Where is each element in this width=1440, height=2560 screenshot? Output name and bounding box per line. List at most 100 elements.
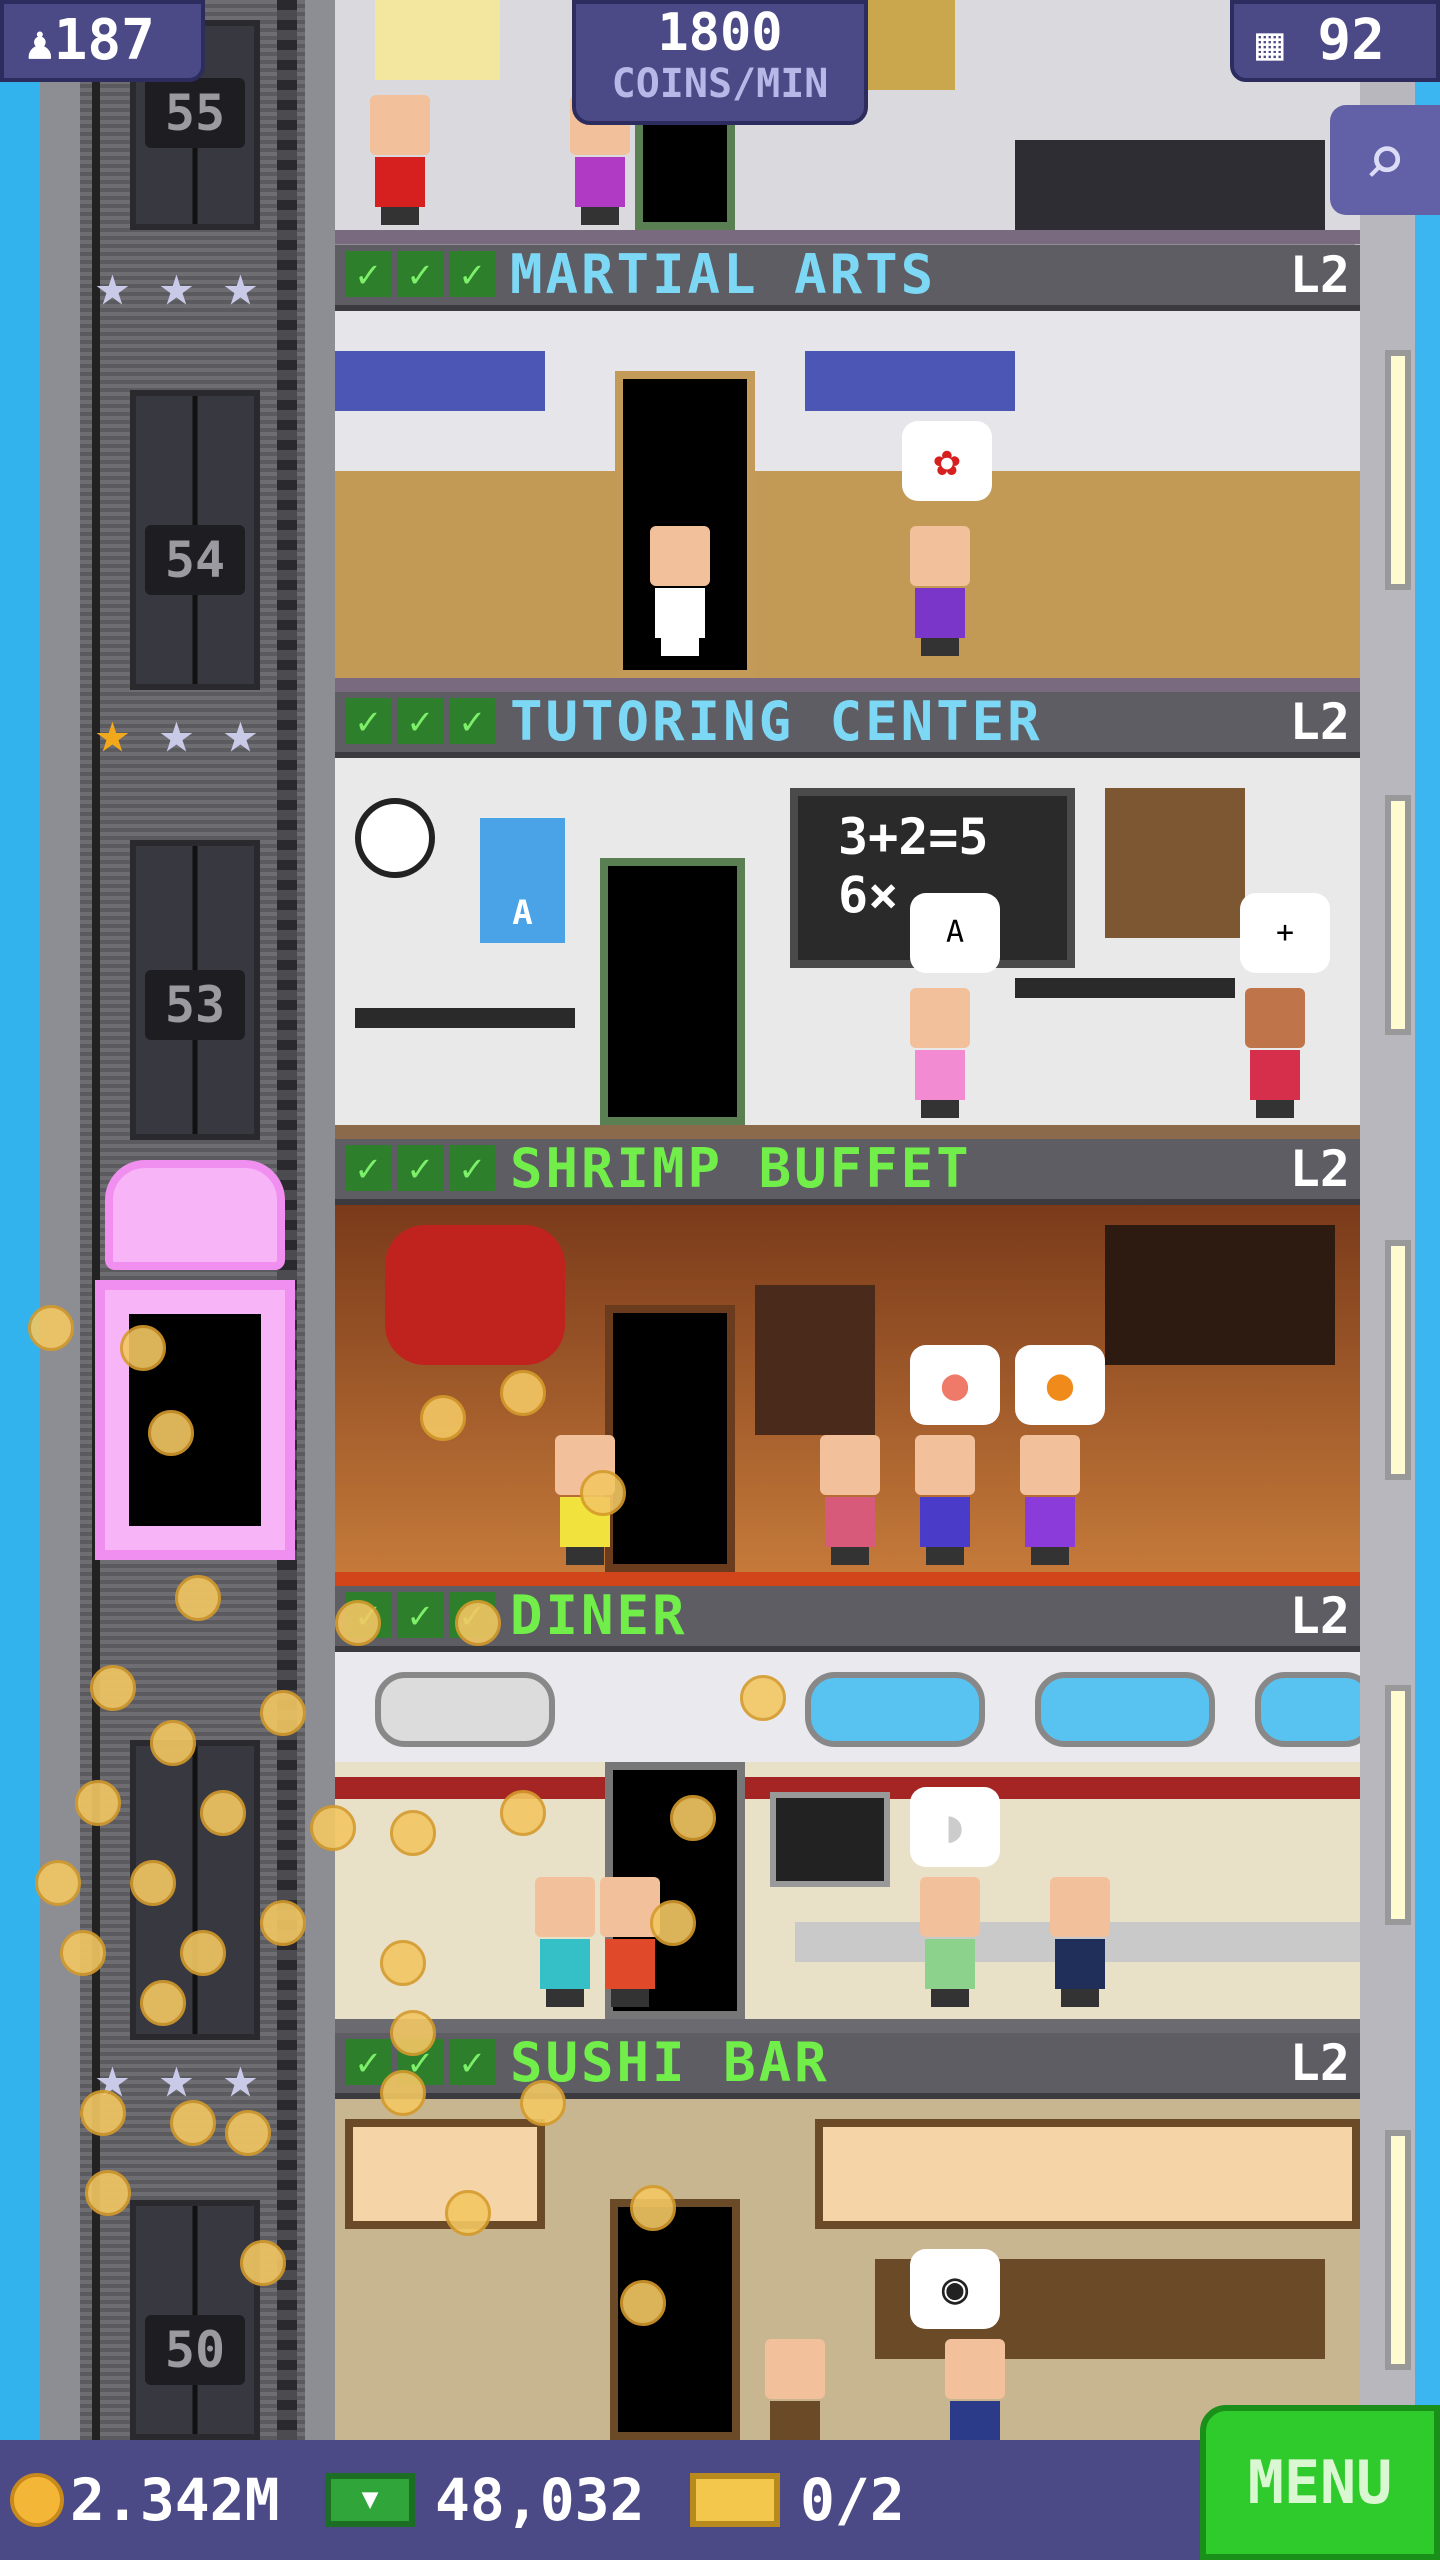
building-icon: ▦ [1256,16,1284,70]
menu-button[interactable]: MENU [1200,2405,1440,2560]
star-icon: ★ [159,698,194,766]
shrimp-sign [385,1225,565,1365]
window [1035,1672,1215,1747]
bitizen[interactable] [940,2339,1010,2440]
bitizen[interactable] [595,1877,665,2007]
population-value: 187 [53,8,155,73]
shrimp-bubble-icon[interactable]: ● [910,1345,1000,1425]
check-icon: ✓ [449,1145,495,1191]
floor-50[interactable]: ✓ ✓ ✓ SUSHI BAR L2 ◉ [335,2033,1360,2440]
coin-icon [10,2473,64,2527]
tickets-display[interactable]: 0/2 [690,2440,905,2560]
bitizen[interactable] [530,1877,600,2007]
tower-window [1385,795,1411,1035]
floor-level: L2 [1289,246,1350,304]
floor-52-room: ● ● [335,1205,1360,1572]
floor-50-stars: ★ ★ ★ [95,2043,277,2111]
bux-icon: ▼ [325,2473,415,2527]
sky-background [0,0,40,2440]
floor-53-door [600,858,745,1125]
bitizen[interactable] [910,1435,980,1565]
painting [375,0,500,80]
bitizen[interactable] [1045,1877,1115,2007]
apple-poster: A [480,818,565,943]
bookshelf [1105,788,1245,938]
vip-elevator[interactable] [95,1160,295,1620]
floor-54[interactable]: ✓ ✓ ✓ MARTIAL ARTS L2 ✿ [335,245,1360,692]
tickets-value: 0/2 [800,2466,905,2534]
check-icon: ✓ [345,698,391,744]
floor-level: L2 [1289,1587,1350,1645]
search-icon: ⌕ [1363,118,1407,202]
check-icon: ✓ [449,2039,495,2085]
desk [355,1008,575,1028]
coins-rate-unit: COINS/MIN [611,61,829,107]
check-icon: ✓ [397,1145,443,1191]
speech-bubble[interactable]: + [1240,893,1330,973]
check-icon: ✓ [397,1592,443,1638]
speech-bubble[interactable]: ◗ [910,1787,1000,1867]
floor-number-50: 50 [145,2315,245,2385]
tower-window [1385,2130,1411,2370]
check-icon: ✓ [397,698,443,744]
tower-window [1385,350,1411,590]
bitizen[interactable] [365,95,435,225]
bitizen[interactable] [760,2339,830,2440]
coins-display[interactable]: 2.342M [10,2440,280,2560]
floor-50-room: ◉ [335,2099,1360,2440]
order-board [770,1792,890,1887]
clock-icon [355,798,435,878]
floor-name: MARTIAL ARTS [510,243,937,306]
floor-52[interactable]: ✓ ✓ ✓ SHRIMP BUFFET L2 ● ● [335,1139,1360,1586]
banner-sign [805,351,1015,411]
floor-number-53: 53 [145,970,245,1040]
floor-52-door [605,1305,735,1572]
floor-53[interactable]: ✓ ✓ ✓ TUTORING CENTER L2 A 3+2=5 6× A + [335,692,1360,1139]
star-icon: ★ [159,2043,194,2111]
floor-level: L2 [1289,1140,1350,1198]
banner-sign [335,351,545,411]
star-icon: ★ [223,2043,258,2111]
sushi-bubble-icon[interactable]: ◉ [910,2249,1000,2329]
floor-counter[interactable]: ▦ 92 [1230,0,1440,82]
star-icon: ★ [95,251,130,319]
person-icon: ♟ [26,16,54,70]
star-icon: ★ [223,698,258,766]
bitizen[interactable] [1240,988,1310,1118]
bitizen[interactable] [645,526,715,656]
painting [865,0,955,90]
elevator-bow-icon [105,1160,285,1270]
window [375,1672,555,1747]
shrimp-bubble-icon[interactable]: ● [1015,1345,1105,1425]
floor-54-room: ✿ [335,311,1360,678]
search-button[interactable]: ⌕ [1330,105,1440,215]
star-icon: ★ [95,698,130,766]
floor-51[interactable]: ✓ ✓ ✓ DINER L2 ◗ [335,1586,1360,2033]
bitizen[interactable] [1015,1435,1085,1565]
floor-banner: ✓ ✓ ✓ SUSHI BAR L2 [335,2033,1360,2099]
floor-banner: ✓ ✓ ✓ TUTORING CENTER L2 [335,692,1360,758]
floor-banner: ✓ ✓ ✓ SHRIMP BUFFET L2 [335,1139,1360,1205]
window [815,2119,1360,2229]
population-counter[interactable]: ♟187 [0,0,205,82]
bitizen[interactable] [905,526,975,656]
floor-number-54: 54 [145,525,245,595]
bitizen[interactable] [915,1877,985,2007]
menu-board [1105,1225,1335,1365]
check-icon: ✓ [449,251,495,297]
check-icon: ✓ [449,698,495,744]
window [805,1672,985,1747]
check-icon: ✓ [397,251,443,297]
bitizen[interactable] [815,1435,885,1565]
speech-bubble[interactable]: A [910,893,1000,973]
chalkboard-text: 3+2=5 [838,808,989,866]
star-icon: ★ [223,251,258,319]
star-icon: ★ [159,251,194,319]
speech-bubble[interactable]: ✿ [902,421,992,501]
bitizen[interactable] [905,988,975,1118]
bux-display[interactable]: ▼ 48,032 [325,2440,645,2560]
floor-name: DINER [510,1584,688,1647]
window [1255,1672,1360,1747]
floor-53-room: A 3+2=5 6× A + [335,758,1360,1125]
coins-value: 2.342M [70,2466,280,2534]
